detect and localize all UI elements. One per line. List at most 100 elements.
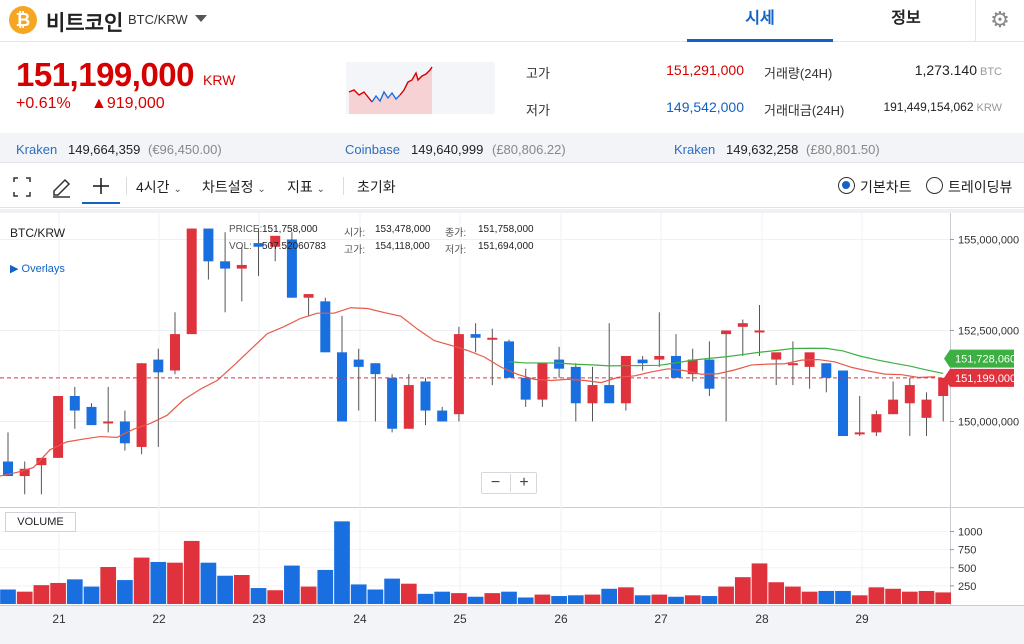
candle-body <box>487 337 498 340</box>
candlestick-chart[interactable]: 21 22 23 24 25 26 27 28 29 155,000,000 152,500,000… <box>0 209 1024 644</box>
volume-bar <box>117 580 133 604</box>
candle-body <box>136 363 147 447</box>
ohlc-vol-label: VOL: <box>229 241 252 252</box>
volume-bar <box>133 557 150 604</box>
volume-bar <box>718 586 734 604</box>
candle-body <box>721 330 732 335</box>
price-unit: KRW <box>203 72 236 88</box>
fullscreen-icon[interactable] <box>12 170 34 204</box>
volume-bar <box>618 587 634 604</box>
ohlc-price-label: PRICE: <box>229 224 263 235</box>
price-chart-area[interactable]: 21 22 23 24 25 26 27 28 29 155,000,000 152,500,000… <box>0 209 1024 644</box>
volume-bar <box>601 588 618 604</box>
candle-body <box>153 359 164 373</box>
volume-bar <box>935 592 952 604</box>
exchange-fx: (€96,450.00) <box>148 142 222 157</box>
candle-body <box>821 363 832 378</box>
tradingview-label[interactable]: 트레이딩뷰 <box>948 170 1012 204</box>
tradingview-radio[interactable] <box>926 177 943 194</box>
pen-icon[interactable] <box>51 170 73 204</box>
volume-bar <box>16 591 33 604</box>
volume-bar <box>384 578 400 604</box>
candle-body <box>220 261 231 269</box>
candle-body <box>420 381 431 411</box>
turnover-24h-value: 191,449,154,062 KRW <box>883 100 1002 114</box>
volume-bar <box>634 595 651 604</box>
interval-select[interactable]: 4시간 ⌄ <box>136 170 182 204</box>
candle-body <box>86 406 97 426</box>
volume-bar <box>350 584 367 604</box>
reset-button[interactable]: 초기화 <box>357 170 396 204</box>
volume-bar <box>33 585 50 604</box>
volume-bar <box>317 569 334 604</box>
candle-body <box>921 399 932 418</box>
exchange-name[interactable]: Kraken <box>674 142 715 157</box>
ohlc-high-value: 154,118,000 <box>375 241 430 252</box>
exchange-price: 149,640,999 <box>411 142 484 157</box>
indicators-menu[interactable]: 지표 ⌄ <box>287 170 325 204</box>
candle-body <box>771 352 782 360</box>
candle-body <box>53 395 64 458</box>
current-price-tag-label: 151,199,000 <box>955 373 1016 385</box>
candle-body <box>754 330 765 333</box>
candle-body <box>170 334 180 371</box>
basic-chart-label[interactable]: 기본차트 <box>860 170 912 204</box>
volume-bar <box>83 586 100 604</box>
ma-price-tag-label: 151,728,060 <box>955 354 1016 366</box>
candle-body <box>403 385 414 429</box>
chart-settings-menu[interactable]: 차트설정 ⌄ <box>202 170 266 204</box>
candle-body <box>904 385 915 404</box>
candle-body <box>303 294 314 298</box>
volume-bar <box>551 596 567 604</box>
volume-tick-label: 250 <box>958 581 976 593</box>
volume-bar <box>901 591 918 604</box>
candle-body <box>387 377 398 429</box>
overlays-toggle[interactable]: ▶ Overlays <box>10 262 65 275</box>
candle-body <box>470 334 481 338</box>
tab-market[interactable]: 시세 <box>687 0 833 42</box>
volume-bar <box>451 593 467 604</box>
ohlc-open-value: 153,478,000 <box>375 224 431 235</box>
candle-body <box>186 228 197 335</box>
tab-info[interactable]: 정보 <box>833 0 979 42</box>
volume-bar <box>835 590 851 604</box>
basic-chart-radio[interactable] <box>838 177 855 194</box>
zoom-out-button[interactable]: − <box>482 474 509 492</box>
x-tick-label: 23 <box>252 612 266 626</box>
candle-body <box>854 432 865 435</box>
volume-bar <box>684 595 701 604</box>
volume-bar <box>167 562 183 604</box>
candle-body <box>838 370 848 437</box>
volume-bar <box>233 575 250 604</box>
volume-bar <box>701 596 718 604</box>
ohlc-close-value: 151,758,000 <box>478 224 534 235</box>
volume-bar <box>284 565 300 604</box>
volume-bar <box>183 540 200 604</box>
volume-bar <box>885 588 901 604</box>
low-value: 149,542,000 <box>666 99 744 115</box>
chevron-down-icon[interactable] <box>195 15 207 22</box>
volume-bar <box>200 562 217 604</box>
top-header: ₿ 비트코인 BTC/KRW 시세 정보 ⚙ <box>0 0 1024 42</box>
candle-body <box>320 301 331 353</box>
x-tick-label: 29 <box>855 612 869 626</box>
volume-bar <box>50 582 66 604</box>
gear-icon[interactable]: ⚙ <box>975 0 1024 42</box>
candle-body <box>69 395 80 411</box>
volume-bar <box>267 590 284 604</box>
volume-bar <box>334 521 350 604</box>
crosshair-icon[interactable] <box>82 170 120 204</box>
exchange-name[interactable]: Coinbase <box>345 142 400 157</box>
candle-body <box>737 323 748 327</box>
y-tick-label: 150,000,000 <box>958 416 1019 428</box>
pair-label[interactable]: BTC/KRW <box>128 12 188 27</box>
toolbar-divider <box>343 177 344 195</box>
exchange-name[interactable]: Kraken <box>16 142 57 157</box>
volume-bar <box>434 591 451 604</box>
volume-bar <box>567 595 584 604</box>
chart-symbol: BTC/KRW <box>10 226 66 240</box>
candle-body <box>520 377 531 400</box>
zoom-in-button[interactable]: + <box>510 474 537 492</box>
candle-body <box>871 414 882 433</box>
change-percent: +0.61% <box>16 95 71 112</box>
